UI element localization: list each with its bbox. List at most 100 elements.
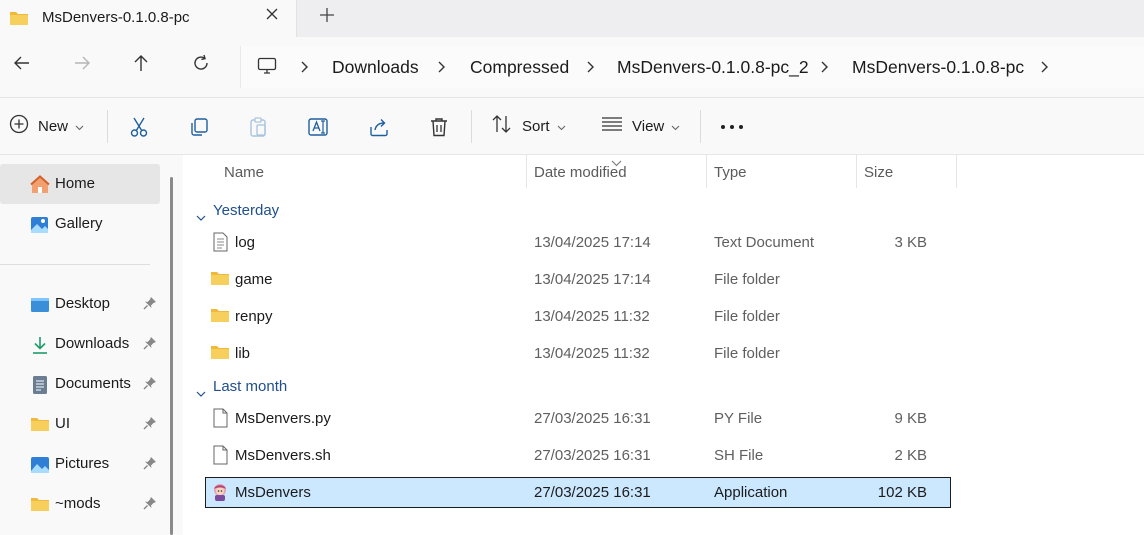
new-button[interactable]: New xyxy=(9,98,84,155)
tab-current-folder[interactable]: MsDenvers-0.1.0.8-pc xyxy=(0,0,297,37)
address-row: Downloads Compressed MsDenvers-0.1.0.8-p… xyxy=(0,37,1144,98)
more-icon[interactable] xyxy=(720,98,744,155)
column-label: Date modified xyxy=(534,164,627,181)
pin-icon[interactable] xyxy=(143,416,157,435)
sidebar-item-pictures[interactable]: Pictures xyxy=(0,444,160,484)
column-header-date[interactable]: Date modified xyxy=(527,155,706,188)
file-row-msdenvers-sh[interactable]: MsDenvers.sh 27/03/2025 16:31 SH File 2 … xyxy=(205,440,951,471)
file-row-renpy[interactable]: renpy 13/04/2025 11:32 File folder xyxy=(205,301,951,332)
sort-button[interactable]: Sort xyxy=(491,98,566,155)
delete-icon[interactable] xyxy=(428,98,450,155)
address-bar[interactable]: Downloads Compressed MsDenvers-0.1.0.8-p… xyxy=(240,46,1144,88)
column-divider[interactable] xyxy=(956,155,957,188)
file-row-lib[interactable]: lib 13/04/2025 11:32 File folder xyxy=(205,338,951,369)
file-name: MsDenvers.py xyxy=(235,410,331,427)
file-date: 27/03/2025 16:31 xyxy=(534,447,651,464)
file-row-log[interactable]: log 13/04/2025 17:14 Text Document 3 KB xyxy=(205,227,951,258)
home-icon xyxy=(30,175,50,195)
column-label: Size xyxy=(864,164,894,181)
file-date: 27/03/2025 16:31 xyxy=(534,484,651,501)
sidebar-item-home[interactable]: Home xyxy=(0,164,160,204)
cut-icon[interactable] xyxy=(128,98,150,155)
file-date: 27/03/2025 16:31 xyxy=(534,410,651,427)
file-type: Text Document xyxy=(714,234,815,251)
group-header-yesterday[interactable]: Yesterday xyxy=(193,198,493,222)
file-date: 13/04/2025 17:14 xyxy=(534,271,651,288)
folder-icon xyxy=(210,269,230,289)
arrow-right-icon[interactable] xyxy=(67,53,97,81)
folder-icon xyxy=(30,415,50,435)
column-label: Type xyxy=(714,164,747,181)
file-row-msdenvers-app[interactable]: MsDenvers 27/03/2025 16:31 Application 1… xyxy=(205,477,951,508)
file-type: Application xyxy=(714,484,788,501)
view-label: View xyxy=(632,118,665,135)
pin-icon[interactable] xyxy=(143,456,157,475)
sidebar-item-desktop[interactable]: Desktop xyxy=(0,284,160,324)
this-pc-icon[interactable] xyxy=(257,57,277,80)
download-icon xyxy=(30,335,50,355)
sidebar-item-downloads[interactable]: Downloads xyxy=(0,324,160,364)
sidebar-item-gallery[interactable]: Gallery xyxy=(0,204,160,244)
sidebar-item-label: Pictures xyxy=(55,455,110,472)
pin-icon[interactable] xyxy=(143,296,157,315)
chevron-right-icon[interactable] xyxy=(1040,60,1050,79)
breadcrumb-compressed[interactable]: Compressed xyxy=(470,57,569,78)
chevron-right-icon[interactable] xyxy=(820,60,830,79)
breadcrumb-downloads[interactable]: Downloads xyxy=(332,57,419,78)
sidebar-item-label: UI xyxy=(55,415,70,432)
pin-icon[interactable] xyxy=(143,336,157,355)
sidebar-item-label: Documents xyxy=(55,375,131,392)
column-header-type[interactable]: Type xyxy=(707,155,856,188)
file-type: File folder xyxy=(714,271,780,288)
breadcrumb-msdenvers-pc[interactable]: MsDenvers-0.1.0.8-pc xyxy=(852,57,1024,78)
sidebar-scrollbar[interactable] xyxy=(170,177,173,535)
arrow-up-icon[interactable] xyxy=(126,53,156,81)
pin-icon[interactable] xyxy=(143,376,157,395)
file-type: PY File xyxy=(714,410,763,427)
plus-icon[interactable] xyxy=(316,5,338,29)
sidebar-item-documents[interactable]: Documents xyxy=(0,364,160,404)
sidebar-item-ui[interactable]: UI xyxy=(0,404,160,444)
file-name: renpy xyxy=(235,308,273,325)
copy-icon[interactable] xyxy=(188,98,210,155)
chevron-down-icon xyxy=(671,118,680,136)
file-type: File folder xyxy=(714,345,780,362)
file-type: SH File xyxy=(714,447,764,464)
file-row-game[interactable]: game 13/04/2025 17:14 File folder xyxy=(205,264,951,295)
column-label: Name xyxy=(224,164,265,181)
text-file-icon xyxy=(210,232,230,252)
view-button[interactable]: View xyxy=(601,98,680,155)
pin-icon[interactable] xyxy=(143,496,157,515)
sidebar-item-label: Desktop xyxy=(55,295,111,312)
rename-icon[interactable] xyxy=(307,98,331,155)
chevron-right-icon[interactable] xyxy=(300,60,310,79)
share-icon[interactable] xyxy=(368,98,390,155)
chevron-down-icon xyxy=(196,208,206,225)
file-date: 13/04/2025 11:32 xyxy=(534,345,650,362)
file-name: MsDenvers xyxy=(235,484,311,501)
new-label: New xyxy=(38,118,69,135)
sidebar-item-label: Gallery xyxy=(55,215,103,232)
sort-icon xyxy=(491,114,513,139)
group-header-last-month[interactable]: Last month xyxy=(193,374,493,398)
group-label: Yesterday xyxy=(213,202,280,219)
chevron-down-icon xyxy=(75,118,84,136)
sidebar-item-label: Home xyxy=(55,175,96,192)
column-header-name[interactable]: Name xyxy=(205,155,526,188)
breadcrumb-msdenvers-pc-2[interactable]: MsDenvers-0.1.0.8-pc_2 xyxy=(617,57,809,78)
sidebar-item-label: ~mods xyxy=(55,495,101,512)
sidebar-item-mods[interactable]: ~mods xyxy=(0,484,160,524)
file-row-msdenvers-py[interactable]: MsDenvers.py 27/03/2025 16:31 PY File 9 … xyxy=(205,403,951,434)
file-size: 102 KB xyxy=(877,484,927,501)
folder-icon xyxy=(210,343,230,363)
paste-icon[interactable] xyxy=(247,98,269,155)
chevron-right-icon[interactable] xyxy=(437,60,447,79)
column-header-size[interactable]: Size xyxy=(857,155,956,188)
tab-strip: MsDenvers-0.1.0.8-pc xyxy=(0,0,1144,37)
close-icon[interactable] xyxy=(262,6,282,28)
arrow-left-icon[interactable] xyxy=(7,53,37,81)
view-icon xyxy=(601,116,623,137)
chevron-right-icon[interactable] xyxy=(586,60,596,79)
refresh-icon[interactable] xyxy=(186,53,216,81)
divider xyxy=(471,110,472,143)
